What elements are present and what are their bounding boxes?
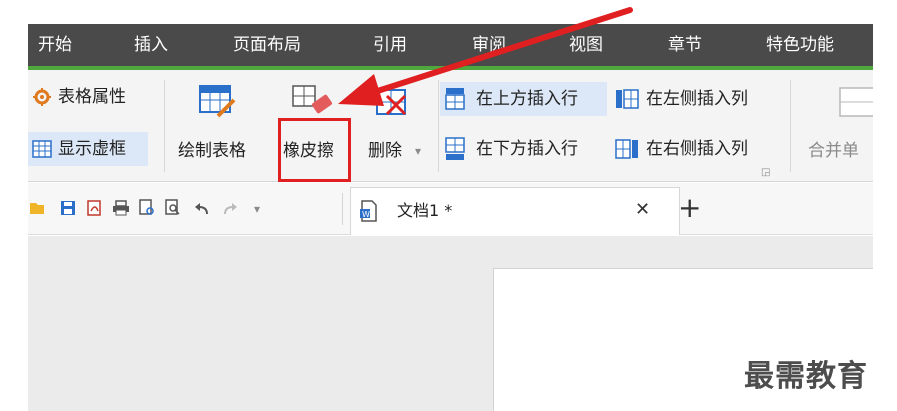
- toolbar-separator: [342, 193, 343, 225]
- menu-item-page-layout[interactable]: 页面布局: [233, 24, 301, 66]
- app-window: 开始 插入 页面布局 引用 审阅 视图 章节 特色功能 表格属性 显示虚框 绘制…: [0, 0, 897, 411]
- export-pdf-icon[interactable]: [86, 199, 104, 217]
- menu-item-insert[interactable]: 插入: [134, 24, 168, 66]
- print-icon[interactable]: [112, 200, 130, 216]
- watermark: 最需教育: [744, 359, 868, 394]
- insert-row-below-button[interactable]: 在下方插入行: [440, 132, 607, 166]
- delete-label: 删除: [368, 141, 402, 161]
- open-folder-icon[interactable]: [30, 200, 46, 216]
- insert-col-right-icon: [615, 139, 638, 159]
- insert-col-right-button[interactable]: 在右侧插入列: [612, 132, 782, 166]
- menu-item-home[interactable]: 开始: [38, 24, 72, 66]
- draw-table-button[interactable]: 绘制表格: [173, 78, 265, 176]
- preview-icon[interactable]: [164, 199, 182, 217]
- insert-col-left-label: 在左侧插入列: [646, 89, 748, 109]
- tab-bar: ▾ W 文档1 * ✕ +: [28, 183, 873, 235]
- show-gridlines-button[interactable]: 显示虚框: [28, 132, 148, 166]
- left-margin: [0, 0, 28, 411]
- tab-document[interactable]: W 文档1 * ✕: [350, 187, 680, 235]
- close-icon[interactable]: ✕: [635, 199, 650, 221]
- document-tab-title: 文档1 *: [397, 201, 453, 220]
- chevron-down-icon: ▾: [415, 144, 422, 158]
- ribbon-separator: [164, 80, 165, 172]
- right-margin: [873, 0, 897, 411]
- merge-cells-label: 合并单: [808, 141, 859, 161]
- table-properties-label: 表格属性: [58, 87, 126, 107]
- svg-text:W: W: [362, 210, 370, 219]
- save-icon[interactable]: [60, 200, 76, 216]
- draw-table-label: 绘制表格: [178, 141, 246, 161]
- chevron-down-icon[interactable]: ▾: [254, 198, 260, 220]
- menu-item-special-features[interactable]: 特色功能: [766, 24, 834, 66]
- merge-cells-icon: [839, 87, 873, 117]
- document-icon: W: [360, 200, 377, 222]
- undo-icon[interactable]: [194, 201, 210, 215]
- insert-col-right-label: 在右侧插入列: [646, 139, 748, 159]
- menu-item-chapter[interactable]: 章节: [668, 24, 702, 66]
- eraser-highlight-box: [278, 118, 351, 182]
- merge-cells-button[interactable]: 合并单: [800, 78, 873, 176]
- annotation-arrow-icon: [338, 7, 633, 106]
- redo-icon[interactable]: [222, 201, 238, 215]
- draw-table-icon: [199, 85, 236, 118]
- table-grid-icon: [32, 140, 52, 158]
- dialog-launcher-icon[interactable]: ◲: [761, 168, 770, 178]
- insert-row-below-icon: [445, 137, 465, 160]
- new-tab-icon[interactable]: +: [678, 191, 701, 225]
- print-preview-icon[interactable]: [138, 199, 156, 217]
- insert-row-below-label: 在下方插入行: [476, 139, 578, 159]
- show-gridlines-label: 显示虚框: [58, 139, 126, 159]
- gear-icon: [33, 88, 51, 106]
- ribbon-separator: [790, 80, 791, 172]
- table-properties-button[interactable]: 表格属性: [28, 82, 158, 112]
